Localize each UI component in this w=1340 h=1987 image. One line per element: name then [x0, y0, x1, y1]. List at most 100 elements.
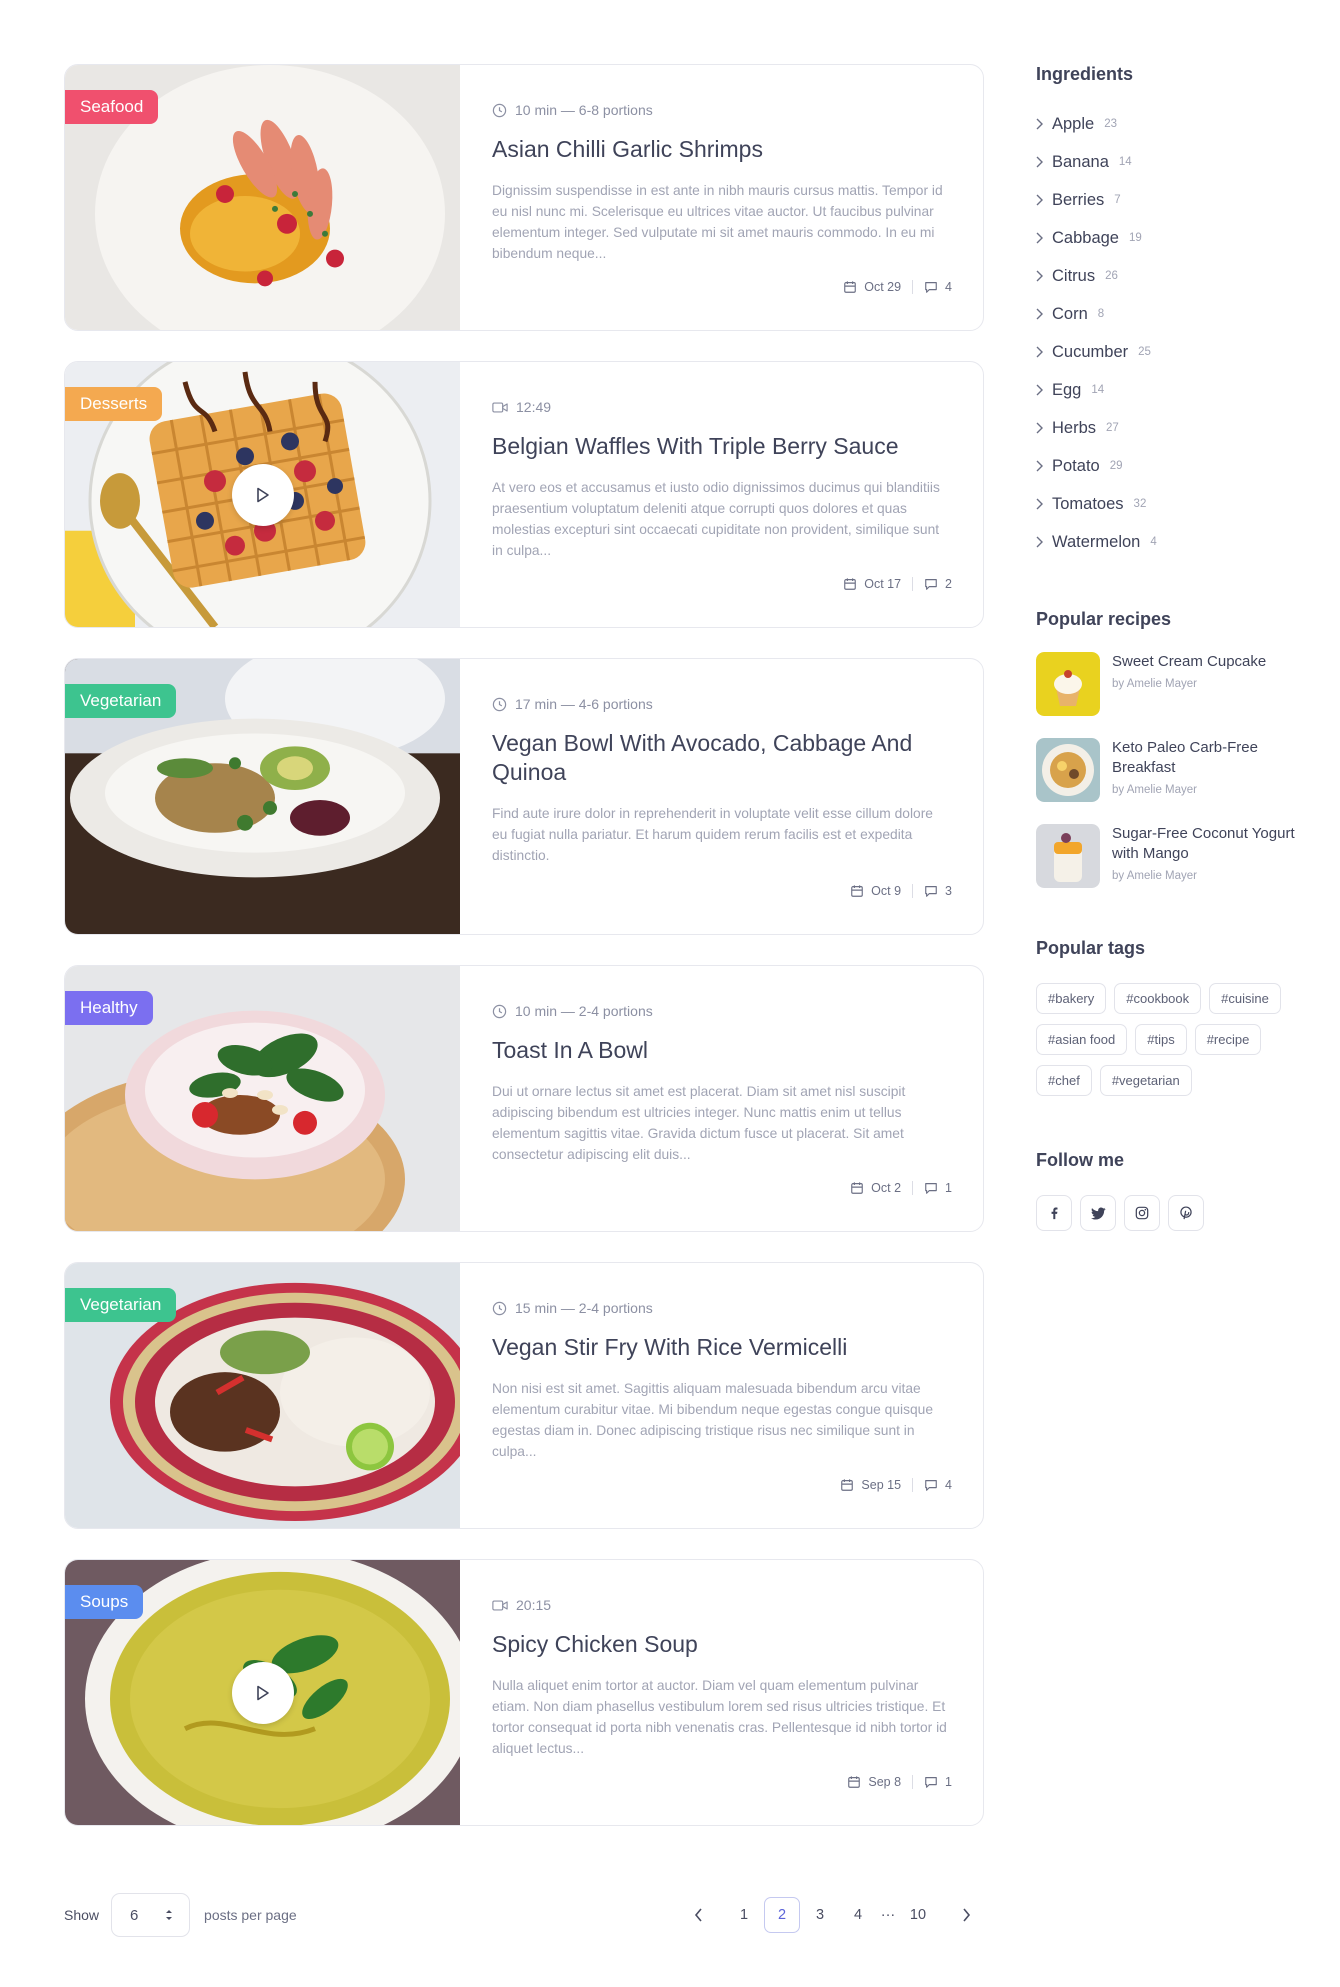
tag-link[interactable]: #asian food	[1036, 1024, 1128, 1055]
play-button[interactable]	[232, 1661, 294, 1724]
comment-icon	[925, 282, 937, 293]
post-card[interactable]: Seafood 10 min — 6-8 portions Asian Chil…	[64, 64, 984, 331]
chevron-right-icon	[1036, 422, 1043, 434]
ingredient-link[interactable]: Corn 8	[1036, 295, 1296, 333]
ingredient-count: 14	[1091, 384, 1105, 396]
chevron-left-icon	[694, 1908, 702, 1922]
ingredient-link[interactable]: Banana 14	[1036, 143, 1296, 181]
ingredient-link[interactable]: Apple 23	[1036, 105, 1296, 143]
category-badge[interactable]: Soups	[65, 1585, 144, 1619]
calendar-icon	[851, 1182, 863, 1194]
post-title[interactable]: Belgian Waffles With Triple Berry Sauce	[492, 432, 952, 461]
instagram-link[interactable]	[1124, 1195, 1160, 1231]
post-title[interactable]: Toast In A Bowl	[492, 1036, 952, 1065]
page-link[interactable]: 3	[802, 1897, 838, 1933]
chevron-right-icon	[1036, 460, 1043, 472]
twitter-link[interactable]	[1080, 1195, 1116, 1231]
post-image[interactable]: Desserts	[65, 362, 460, 627]
comment-count[interactable]: 1	[945, 1775, 952, 1789]
ingredient-link[interactable]: Watermelon 4	[1036, 523, 1296, 561]
tag-link[interactable]: #recipe	[1194, 1024, 1262, 1055]
tag-link[interactable]: #chef	[1036, 1065, 1092, 1096]
page-ellipsis: ···	[880, 1907, 896, 1923]
ingredient-count: 14	[1118, 156, 1132, 168]
divider	[912, 280, 914, 294]
pinterest-icon	[1180, 1206, 1192, 1220]
calendar-icon	[848, 1776, 861, 1788]
clock-icon	[492, 1004, 507, 1018]
popular-recipe-author: by Amelie Mayer	[1112, 784, 1198, 796]
popular-recipe-author: by Amelie Mayer	[1112, 678, 1198, 690]
yogurt-thumbnail	[1036, 824, 1100, 888]
ingredient-link[interactable]: Citrus 26	[1036, 257, 1296, 295]
comment-count[interactable]: 4	[945, 280, 952, 294]
post-title[interactable]: Spicy Chicken Soup	[492, 1630, 952, 1659]
comment-count[interactable]: 1	[945, 1181, 952, 1195]
post-image[interactable]: Vegetarian	[65, 659, 460, 934]
post-card[interactable]: Desserts 12:49 Belgian Waffles With Trip…	[64, 361, 984, 628]
twitter-icon	[1090, 1207, 1106, 1219]
comment-count[interactable]: 3	[945, 884, 952, 898]
comment-count[interactable]: 4	[945, 1478, 952, 1492]
ingredient-link[interactable]: Potato 29	[1036, 447, 1296, 485]
chevron-right-icon	[1036, 270, 1043, 282]
comment-count[interactable]: 2	[945, 577, 952, 591]
ingredient-link[interactable]: Egg 14	[1036, 371, 1296, 409]
post-image[interactable]: Seafood	[65, 65, 460, 330]
ingredient-count: 4	[1150, 536, 1157, 548]
post-meta-text: 17 min — 4-6 portions	[515, 696, 653, 712]
ingredient-count: 23	[1104, 118, 1117, 130]
popular-recipe-title[interactable]: Sweet Cream Cupcake	[1112, 652, 1266, 672]
post-meta: 10 min — 2-4 portions	[492, 1002, 952, 1020]
page-link[interactable]: 10	[900, 1897, 936, 1933]
post-card[interactable]: Vegetarian 17 min — 4-6 portions Vegan B…	[64, 658, 984, 935]
category-badge[interactable]: Desserts	[65, 387, 163, 421]
post-card[interactable]: Healthy 10 min — 2-4 portions Toast In A…	[64, 965, 984, 1232]
post-image[interactable]: Vegetarian	[65, 1263, 460, 1528]
ingredient-link[interactable]: Herbs 27	[1036, 409, 1296, 447]
tag-link[interactable]: #cuisine	[1209, 983, 1281, 1014]
ingredient-link[interactable]: Cucumber 25	[1036, 333, 1296, 371]
popular-recipe-title[interactable]: Keto Paleo Carb-Free Breakfast	[1112, 738, 1296, 778]
post-title[interactable]: Asian Chilli Garlic Shrimps	[492, 135, 952, 164]
tag-link[interactable]: #vegetarian	[1099, 1065, 1192, 1096]
pinterest-link[interactable]	[1168, 1195, 1204, 1231]
facebook-icon	[1051, 1207, 1058, 1220]
popular-recipe-item[interactable]: Keto Paleo Carb-Free Breakfast by Amelie…	[1036, 738, 1296, 802]
video-icon	[492, 401, 508, 413]
popular-recipe-item[interactable]: Sweet Cream Cupcake by Amelie Mayer	[1036, 652, 1296, 716]
chevron-right-icon	[1036, 536, 1043, 548]
tag-link[interactable]: #cookbook	[1114, 983, 1202, 1014]
instagram-icon	[1135, 1206, 1149, 1220]
prev-page-button[interactable]	[680, 1897, 716, 1933]
post-title[interactable]: Vegan Stir Fry With Rice Vermicelli	[492, 1333, 952, 1362]
post-card[interactable]: Vegetarian 15 min — 2-4 portions Vegan S…	[64, 1262, 984, 1529]
popular-recipe-title[interactable]: Sugar-Free Coconut Yogurt with Mango	[1112, 824, 1296, 864]
social-links	[1036, 1195, 1296, 1231]
per-page-select[interactable]: 6	[111, 1893, 191, 1937]
page-link[interactable]: 4	[840, 1897, 876, 1933]
category-badge[interactable]: Seafood	[65, 90, 159, 124]
popular-recipe-item[interactable]: Sugar-Free Coconut Yogurt with Mango by …	[1036, 824, 1296, 888]
next-page-button[interactable]	[948, 1897, 984, 1933]
facebook-link[interactable]	[1036, 1195, 1072, 1231]
ingredient-link[interactable]: Cabbage 19	[1036, 219, 1296, 257]
post-title[interactable]: Vegan Bowl With Avocado, Cabbage And Qui…	[492, 729, 952, 787]
post-card[interactable]: Soups 20:15 Spicy Chicken Soup Nulla ali…	[64, 1559, 984, 1826]
play-button[interactable]	[232, 463, 294, 526]
ingredient-link[interactable]: Berries 7	[1036, 181, 1296, 219]
page-link[interactable]: 1	[726, 1897, 762, 1933]
category-badge[interactable]: Vegetarian	[65, 684, 177, 718]
page-link-current[interactable]: 2	[764, 1897, 800, 1933]
clock-icon	[492, 1301, 507, 1315]
category-badge[interactable]: Vegetarian	[65, 1288, 177, 1322]
ingredient-link[interactable]: Tomatoes 32	[1036, 485, 1296, 523]
post-excerpt: Dui ut ornare lectus sit amet est placer…	[492, 1084, 906, 1162]
ingredient-count: 25	[1138, 346, 1151, 358]
tag-link[interactable]: #tips	[1135, 1024, 1187, 1055]
category-badge[interactable]: Healthy	[65, 991, 153, 1025]
tag-link[interactable]: #bakery	[1036, 983, 1107, 1014]
post-image[interactable]: Soups	[65, 1560, 460, 1825]
chevron-right-icon	[1036, 194, 1043, 206]
post-image[interactable]: Healthy	[65, 966, 460, 1231]
